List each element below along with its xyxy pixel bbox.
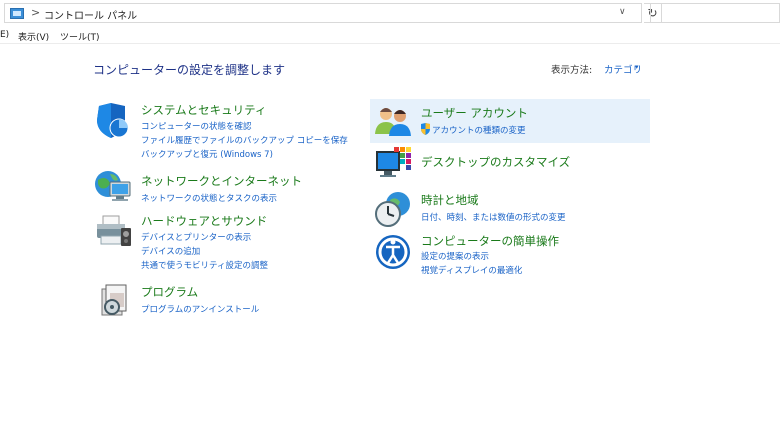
category-title[interactable]: ハードウェアとサウンド bbox=[141, 213, 267, 229]
control-panel-icon bbox=[10, 8, 24, 19]
menu-bar: E) 表示(V) ツール(T) bbox=[0, 28, 780, 44]
menu-file[interactable]: E) bbox=[0, 30, 9, 40]
link-network-status[interactable]: ネットワークの状態とタスクの表示 bbox=[141, 192, 277, 204]
link-uninstall-program[interactable]: プログラムのアンインストール bbox=[141, 303, 259, 315]
search-input[interactable] bbox=[650, 3, 780, 23]
link-date-time-format[interactable]: 日付、時刻、または数値の形式の変更 bbox=[421, 211, 566, 223]
address-bar-row: > コントロール パネル ∨ ↻ bbox=[0, 0, 780, 26]
menu-view[interactable]: 表示(V) bbox=[18, 30, 49, 43]
menu-tools[interactable]: ツール(T) bbox=[60, 30, 100, 43]
category-title[interactable]: ユーザー アカウント bbox=[421, 105, 528, 121]
programs-icon[interactable] bbox=[98, 283, 132, 319]
address-bar[interactable]: > コントロール パネル ∨ bbox=[4, 3, 642, 23]
shield-icon[interactable] bbox=[95, 102, 131, 140]
clock-globe-icon[interactable] bbox=[374, 190, 412, 228]
chevron-down-icon[interactable]: ▾ bbox=[635, 63, 639, 71]
link-file-history[interactable]: ファイル履歴でファイルのバックアップ コピーを保存 bbox=[141, 134, 348, 146]
users-icon[interactable] bbox=[374, 104, 412, 138]
page-title: コンピューターの設定を調整します bbox=[93, 63, 286, 77]
link-suggest-settings[interactable]: 設定の提案の表示 bbox=[421, 250, 489, 262]
link-devices-printers[interactable]: デバイスとプリンターの表示 bbox=[141, 231, 251, 243]
breadcrumb-control-panel[interactable]: コントロール パネル bbox=[44, 7, 137, 22]
link-check-status[interactable]: コンピューターの状態を確認 bbox=[141, 120, 252, 132]
chevron-down-icon[interactable]: ∨ bbox=[619, 7, 626, 17]
category-title[interactable]: コンピューターの簡単操作 bbox=[421, 233, 559, 249]
category-title[interactable]: システムとセキュリティ bbox=[141, 102, 266, 118]
link-change-account-type[interactable]: アカウントの種類の変更 bbox=[432, 124, 526, 136]
category-title[interactable]: プログラム bbox=[141, 284, 198, 300]
category-title[interactable]: 時計と地域 bbox=[421, 192, 479, 208]
uac-shield-icon bbox=[421, 123, 430, 135]
printer-icon[interactable] bbox=[95, 214, 133, 248]
desktop-icon[interactable] bbox=[374, 145, 414, 181]
link-backup-restore[interactable]: バックアップと復元 (Windows 7) bbox=[141, 148, 273, 160]
category-title[interactable]: ネットワークとインターネット bbox=[141, 173, 302, 189]
link-optimize-display[interactable]: 視覚ディスプレイの最適化 bbox=[421, 264, 522, 276]
view-by-label: 表示方法: bbox=[551, 65, 593, 76]
breadcrumb-separator[interactable]: > bbox=[31, 6, 40, 19]
link-mobility-settings[interactable]: 共通で使うモビリティ設定の調整 bbox=[141, 259, 268, 271]
category-title[interactable]: デスクトップのカスタマイズ bbox=[421, 154, 570, 170]
network-globe-icon[interactable] bbox=[94, 168, 134, 204]
link-add-device[interactable]: デバイスの追加 bbox=[141, 245, 200, 257]
ease-of-access-icon[interactable] bbox=[374, 233, 412, 271]
